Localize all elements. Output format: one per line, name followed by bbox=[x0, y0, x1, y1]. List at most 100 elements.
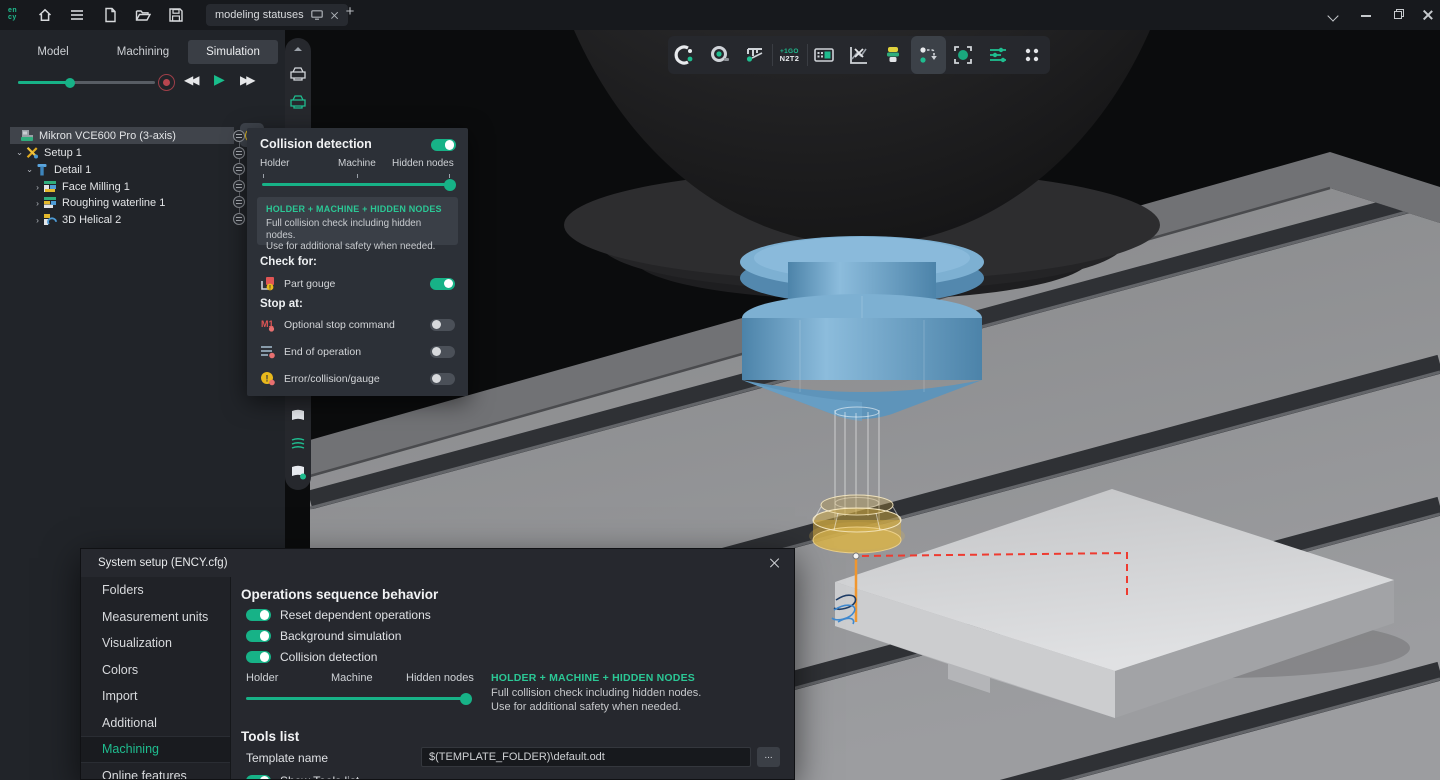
row-status-icon[interactable] bbox=[233, 180, 245, 192]
probe-button[interactable] bbox=[703, 36, 738, 74]
machine-visibility-active-icon[interactable] bbox=[289, 94, 307, 110]
helical-icon bbox=[43, 213, 57, 226]
display-settings-button[interactable] bbox=[980, 36, 1015, 74]
tree-item-roughing-waterline[interactable]: › Roughing waterline 1 bbox=[32, 194, 256, 211]
magnet-snap-button[interactable] bbox=[668, 36, 703, 74]
fixture-visibility-icon[interactable] bbox=[289, 436, 307, 452]
slider-label-holder: Holder bbox=[260, 158, 289, 169]
sidebar-item-colors[interactable]: Colors bbox=[81, 657, 230, 684]
current-tool-button[interactable] bbox=[876, 36, 911, 74]
rewind-button[interactable]: ◀◀ bbox=[184, 73, 196, 87]
popup-title: Collision detection bbox=[260, 137, 372, 151]
window-dropdown-icon[interactable] bbox=[1326, 7, 1342, 23]
simulation-toolbar: +1GON2T2 bbox=[668, 36, 1050, 74]
toolpath-node bbox=[853, 553, 859, 559]
optional-stop-row: M1 Optional stop command bbox=[260, 316, 455, 333]
row-status-icon[interactable] bbox=[233, 196, 245, 208]
sidebar-item-machining[interactable]: Machining bbox=[81, 736, 230, 763]
gcode-button[interactable]: +1GON2T2 bbox=[772, 36, 807, 74]
reset-dependent-toggle[interactable] bbox=[246, 609, 271, 621]
titlebar: ency modeling statuses + bbox=[0, 0, 1440, 30]
tool-tip-gold bbox=[809, 495, 905, 553]
collision-mode-title: HOLDER + MACHINE + HIDDEN NODES bbox=[266, 204, 449, 214]
window-close-button[interactable] bbox=[1420, 7, 1436, 23]
collision-detection-toggle[interactable] bbox=[431, 139, 456, 151]
caliper-button[interactable] bbox=[737, 36, 772, 74]
row-status-icon[interactable] bbox=[233, 163, 245, 175]
operation-link-button[interactable] bbox=[911, 36, 946, 74]
diagnostics-plot-button[interactable] bbox=[841, 36, 876, 74]
fast-forward-button[interactable]: ▶▶ bbox=[240, 73, 252, 87]
menu-icon[interactable] bbox=[69, 7, 85, 23]
slider-knob[interactable] bbox=[444, 179, 456, 191]
new-tab-button[interactable]: + bbox=[343, 5, 357, 19]
optional-stop-toggle[interactable] bbox=[430, 319, 455, 331]
show-tools-list-toggle[interactable] bbox=[246, 775, 271, 780]
row-status-icon[interactable] bbox=[233, 130, 245, 142]
document-tab-title: modeling statuses bbox=[215, 9, 304, 21]
collision-level-slider[interactable] bbox=[262, 183, 452, 186]
sidebar-item-import[interactable]: Import bbox=[81, 683, 230, 710]
stock-visibility-icon[interactable] bbox=[289, 464, 307, 480]
tree-item-machine[interactable]: Mikron VCE600 Pro (3-axis) bbox=[10, 127, 234, 144]
sidebar-item-folders[interactable]: Folders bbox=[81, 577, 230, 604]
collision-detection-popup: Collision detection Holder Machine Hidde… bbox=[247, 128, 468, 396]
end-of-operation-toggle[interactable] bbox=[430, 346, 455, 358]
home-icon[interactable] bbox=[37, 7, 53, 23]
collision-detection-toggle[interactable] bbox=[246, 651, 271, 663]
document-tab[interactable]: modeling statuses bbox=[206, 4, 348, 26]
window-minimize-button[interactable] bbox=[1358, 7, 1374, 23]
tree-item-setup[interactable]: ⌄ Setup 1 bbox=[14, 144, 238, 161]
row-status-icon[interactable] bbox=[233, 147, 245, 159]
simulation-progress-slider[interactable] bbox=[18, 81, 155, 84]
browse-button[interactable]: ... bbox=[757, 747, 780, 767]
slider-knob[interactable] bbox=[65, 78, 75, 88]
tree-item-3d-helical[interactable]: › 3D Helical 2 bbox=[32, 211, 256, 228]
tree-item-detail[interactable]: ⌄ Detail 1 bbox=[24, 161, 248, 178]
stop-record-button[interactable] bbox=[158, 74, 175, 91]
collision-mode-info: HOLDER + MACHINE + HIDDEN NODES Full col… bbox=[257, 197, 458, 245]
row-status-icon[interactable] bbox=[233, 213, 245, 225]
tree-item-face-milling[interactable]: › Face Milling 1 bbox=[32, 178, 256, 195]
face-milling-icon bbox=[43, 180, 57, 193]
sidebar-item-online-features[interactable]: Online features bbox=[81, 763, 230, 780]
dialog-close-icon[interactable] bbox=[768, 556, 782, 570]
collapse-arrow-icon[interactable] bbox=[289, 44, 307, 54]
slider-label-holder: Holder bbox=[246, 672, 278, 684]
machine-visibility-icon[interactable] bbox=[289, 66, 307, 82]
workpiece-visibility-icon[interactable] bbox=[289, 408, 307, 424]
play-button[interactable]: ▶ bbox=[214, 71, 225, 88]
sidebar-item-visualization[interactable]: Visualization bbox=[81, 630, 230, 657]
ency-logo[interactable]: ency bbox=[8, 8, 17, 21]
roughing-waterline-icon bbox=[43, 196, 57, 209]
tab-simulation[interactable]: Simulation bbox=[188, 40, 278, 64]
error-collision-toggle[interactable] bbox=[430, 373, 455, 385]
sidebar-item-additional[interactable]: Additional bbox=[81, 710, 230, 737]
tools-list-heading: Tools list bbox=[241, 729, 299, 744]
slider-knob[interactable] bbox=[460, 693, 472, 705]
end-of-operation-row: End of operation bbox=[260, 343, 455, 360]
part-gouge-icon: ! bbox=[260, 276, 276, 291]
operations-sequence-heading: Operations sequence behavior bbox=[241, 587, 438, 602]
part-gouge-toggle[interactable] bbox=[430, 278, 455, 290]
new-file-icon[interactable] bbox=[102, 7, 118, 23]
optional-stop-icon: M1 bbox=[260, 317, 276, 332]
slider-label-machine: Machine bbox=[338, 158, 376, 169]
tab-machining[interactable]: Machining bbox=[98, 40, 188, 64]
tab-model[interactable]: Model bbox=[8, 40, 98, 64]
apps-grid-button[interactable] bbox=[1015, 36, 1050, 74]
selection-target-button[interactable] bbox=[946, 36, 981, 74]
collision-level-slider[interactable] bbox=[246, 697, 468, 700]
reset-dependent-row: Reset dependent operations bbox=[246, 608, 431, 622]
slider-label-hidden-nodes: Hidden nodes bbox=[406, 672, 474, 684]
window-restore-button[interactable] bbox=[1390, 7, 1406, 23]
close-tab-icon[interactable] bbox=[330, 11, 339, 20]
template-name-input[interactable]: $(TEMPLATE_FOLDER)\default.odt bbox=[421, 747, 751, 767]
sidebar-item-measurement-units[interactable]: Measurement units bbox=[81, 604, 230, 631]
check-for-heading: Check for: bbox=[260, 256, 317, 268]
background-simulation-toggle[interactable] bbox=[246, 630, 271, 642]
save-icon[interactable] bbox=[168, 7, 184, 23]
control-panel-button[interactable] bbox=[807, 36, 842, 74]
background-simulation-row: Background simulation bbox=[246, 629, 401, 643]
open-folder-icon[interactable] bbox=[135, 7, 151, 23]
